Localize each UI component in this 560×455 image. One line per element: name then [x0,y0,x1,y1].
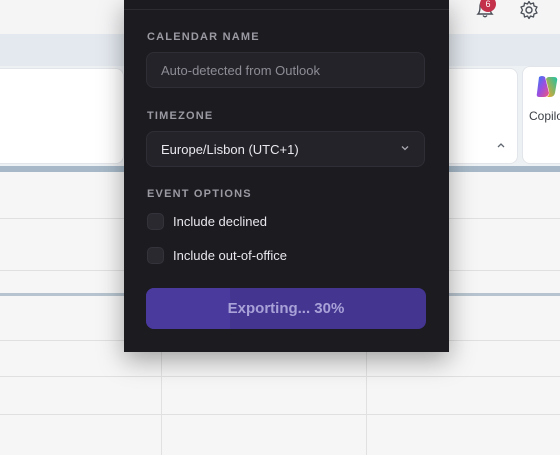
calendar-name-placeholder: Auto-detected from Outlook [161,63,320,78]
export-button-label: Exporting... 30% [227,300,345,317]
grid-column-line [366,352,367,455]
calendar-name-input[interactable]: Auto-detected from Outlook [146,52,425,88]
include-out-of-office-label: Include out-of-office [173,248,287,263]
calendar-name-label: CALENDAR NAME [147,31,260,43]
grid-column-line [161,352,162,455]
copilot-icon [536,76,558,97]
collapse-ribbon-button[interactable] [496,140,506,150]
include-declined-option[interactable]: Include declined [147,212,407,232]
include-out-of-office-option[interactable]: Include out-of-office [147,246,407,266]
timezone-label: TIMEZONE [147,110,214,122]
grid-line [0,414,560,415]
gear-icon [520,0,538,20]
divider [124,9,449,10]
include-out-of-office-checkbox[interactable] [147,247,164,264]
ribbon-group [0,68,124,164]
chevron-down-icon [401,146,409,151]
export-dialog: CALENDAR NAME Auto-detected from Outlook… [124,0,449,352]
settings-button[interactable] [519,0,539,20]
event-options-label: EVENT OPTIONS [147,188,252,200]
timezone-value: Europe/Lisbon (UTC+1) [161,142,299,157]
export-button[interactable]: Exporting... 30% [146,288,426,329]
include-declined-label: Include declined [173,214,267,229]
include-declined-checkbox[interactable] [147,213,164,230]
copilot-label: Copilot [529,109,560,123]
ribbon-group [440,68,518,164]
chevron-up-icon [497,143,505,148]
grid-line [0,376,560,377]
timezone-select[interactable]: Europe/Lisbon (UTC+1) [146,131,425,167]
